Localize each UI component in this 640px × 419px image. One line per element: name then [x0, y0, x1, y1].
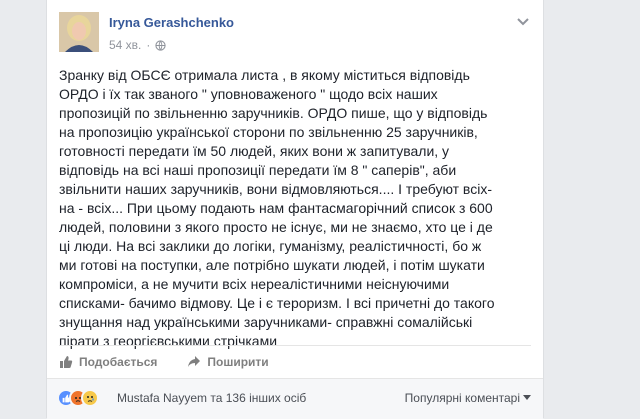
chevron-down-icon[interactable]: [515, 16, 531, 28]
post-meta: 54 хв. ·: [109, 38, 167, 52]
comment-sort-dropdown[interactable]: Популярні коментарі: [405, 391, 531, 405]
post-header: Iryna Gerashchenko 54 хв. ·: [59, 12, 531, 56]
like-button[interactable]: Подобається: [59, 355, 157, 369]
post-body-text: Зранку від ОБСЄ отримала листа , в якому…: [59, 67, 495, 349]
caret-down-icon: [523, 395, 531, 400]
reactions-icons[interactable]: [57, 389, 99, 407]
like-button-label: Подобається: [79, 355, 158, 369]
share-icon: [188, 356, 201, 367]
post-card: Iryna Gerashchenko 54 хв. · Зранку від О…: [46, 0, 544, 419]
share-button-label: Поширити: [207, 355, 269, 369]
author-name[interactable]: Iryna Gerashchenko: [109, 15, 234, 30]
post-timestamp[interactable]: 54 хв.: [109, 38, 141, 52]
reactions-summary[interactable]: Mustafa Nayyem та 136 інших осіб: [117, 391, 306, 405]
author-avatar[interactable]: [59, 12, 99, 52]
thumbs-up-icon: [60, 356, 73, 368]
share-button[interactable]: Поширити: [187, 355, 269, 369]
post-footer: Mustafa Nayyem та 136 інших осіб Популяр…: [47, 378, 543, 419]
comment-sort-label: Популярні коментарі: [404, 391, 520, 405]
globe-icon[interactable]: [155, 39, 167, 51]
post-actions: Подобається Поширити: [59, 350, 299, 374]
sad-icon: [81, 389, 99, 407]
actions-divider: [59, 345, 531, 346]
